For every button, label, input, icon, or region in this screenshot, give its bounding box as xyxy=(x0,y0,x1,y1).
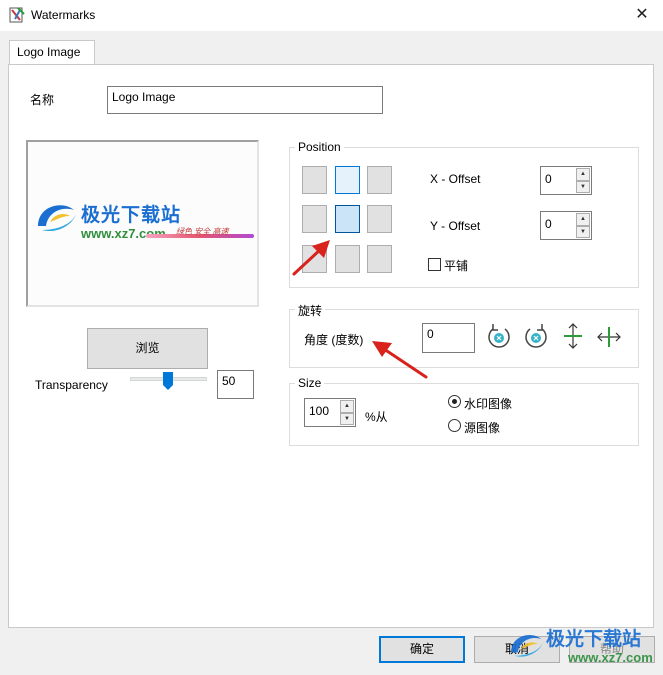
flip-horizontal-icon[interactable] xyxy=(596,324,622,350)
position-top-left[interactable] xyxy=(302,166,327,194)
name-input-value: Logo Image xyxy=(112,90,176,104)
transparency-label: Transparency xyxy=(35,378,108,392)
position-top-center[interactable] xyxy=(335,166,360,194)
logo-preview: 极光下载站 www.xz7.com 绿色 安全 高速 xyxy=(26,140,259,307)
annotation-arrow-angle xyxy=(372,341,428,379)
rotate-right-icon[interactable] xyxy=(522,321,550,351)
radio-source-image-label: 源图像 xyxy=(464,421,501,435)
radio-source-image[interactable] xyxy=(448,419,461,432)
size-title: Size xyxy=(295,376,325,390)
rotate-left-icon[interactable] xyxy=(485,321,513,351)
position-middle-right[interactable] xyxy=(367,205,392,233)
size-spinner[interactable]: 100 ▲ ▼ xyxy=(304,398,356,427)
browse-button[interactable]: 浏览 xyxy=(87,328,208,369)
position-title: Position xyxy=(295,140,344,154)
site-watermark-url: www.xz7.com xyxy=(568,650,653,665)
transparency-slider-thumb[interactable] xyxy=(162,371,174,391)
radio-watermark-image[interactable] xyxy=(448,395,461,408)
name-label: 名称 xyxy=(30,93,55,107)
transparency-value: 50 xyxy=(222,374,236,388)
ok-button[interactable]: 确定 xyxy=(379,636,465,663)
size-down-icon[interactable]: ▼ xyxy=(340,412,354,425)
brand-tagline: 绿色 安全 高速 xyxy=(176,227,229,236)
size-value: 100 xyxy=(309,404,330,418)
tile-checkbox[interactable] xyxy=(428,258,441,271)
site-watermark: 极光下载站 www.xz7.com xyxy=(506,622,656,672)
name-input[interactable]: Logo Image xyxy=(107,86,383,114)
x-offset-down-icon[interactable]: ▼ xyxy=(576,180,590,193)
transparency-input[interactable]: 50 xyxy=(217,370,254,399)
app-icon xyxy=(9,7,25,23)
radio-watermark-image-label: 水印图像 xyxy=(464,397,513,411)
position-middle-center[interactable] xyxy=(335,205,360,233)
size-unit-label: %从 xyxy=(365,410,388,424)
window-title: Watermarks xyxy=(31,8,96,22)
y-offset-down-icon[interactable]: ▼ xyxy=(576,225,590,238)
y-offset-value: 0 xyxy=(545,217,552,231)
position-middle-left[interactable] xyxy=(302,205,327,233)
position-bottom-right[interactable] xyxy=(367,245,392,273)
x-offset-value: 0 xyxy=(545,172,552,186)
brand-logo-icon xyxy=(38,205,76,232)
position-bottom-center[interactable] xyxy=(335,245,360,273)
annotation-arrow-position xyxy=(292,240,330,276)
tab-logo-image[interactable]: Logo Image xyxy=(9,40,95,65)
site-watermark-name: 极光下载站 xyxy=(546,629,642,650)
site-watermark-logo-icon xyxy=(511,634,543,657)
x-offset-up-icon[interactable]: ▲ xyxy=(576,168,590,181)
y-offset-up-icon[interactable]: ▲ xyxy=(576,213,590,226)
rotate-title: 旋转 xyxy=(295,302,326,319)
x-offset-label: X - Offset xyxy=(430,172,481,186)
y-offset-spinner[interactable]: 0 ▲ ▼ xyxy=(540,211,592,240)
position-top-right[interactable] xyxy=(367,166,392,194)
title-bar: Watermarks ✕ xyxy=(0,0,663,31)
flip-vertical-icon[interactable] xyxy=(561,322,585,350)
tile-label: 平铺 xyxy=(444,259,469,273)
close-button[interactable]: ✕ xyxy=(627,4,657,26)
x-offset-spinner[interactable]: 0 ▲ ▼ xyxy=(540,166,592,195)
y-offset-label: Y - Offset xyxy=(430,219,481,233)
size-up-icon[interactable]: ▲ xyxy=(340,400,354,413)
brand-name: 极光下载站 xyxy=(81,205,182,226)
angle-label: 角度 (度数) xyxy=(304,333,364,347)
